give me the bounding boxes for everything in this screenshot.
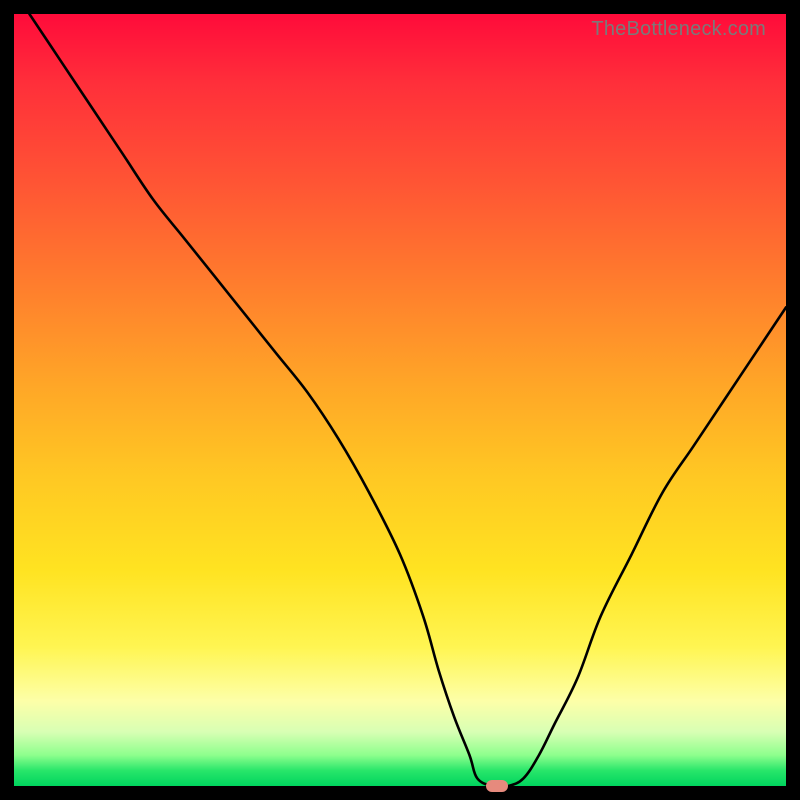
- bottleneck-curve: [14, 14, 786, 786]
- minimum-marker: [486, 780, 508, 792]
- chart-frame: TheBottleneck.com: [0, 0, 800, 800]
- watermark-text: TheBottleneck.com: [591, 18, 766, 41]
- chart-plot-area: TheBottleneck.com: [14, 14, 786, 786]
